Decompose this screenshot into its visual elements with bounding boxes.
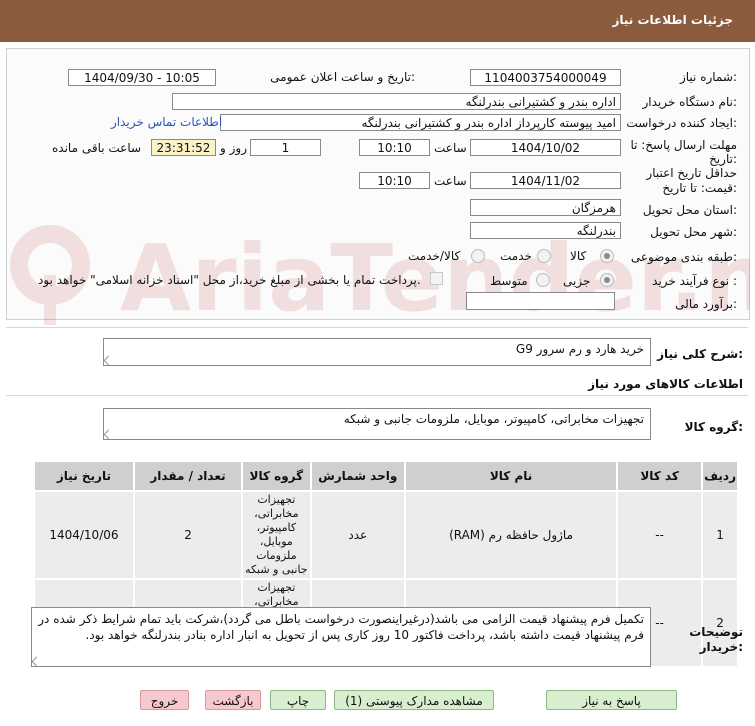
cell-qty: 2 xyxy=(132,490,244,580)
validity-time-field: 10:10 xyxy=(359,172,430,189)
view-attachments-button[interactable]: مشاهده مدارک پیوستی (1) xyxy=(334,690,494,710)
remaining-time-field: 23:31:52 xyxy=(151,139,216,156)
process-label: نوع فرآیند خرید : xyxy=(652,274,737,288)
process-radio-minor[interactable] xyxy=(600,273,614,287)
deadline-label-line2: تاریخ: xyxy=(709,152,737,166)
announce-label: تاریخ و ساعت اعلان عمومی: xyxy=(270,70,415,84)
days-field: 1 xyxy=(250,139,321,156)
buyer-label: نام دستگاه خریدار: xyxy=(642,95,738,109)
cell-name: ماژول حافظه رم (RAM) xyxy=(404,490,619,580)
col-name: نام کالا xyxy=(404,460,619,492)
city-label: شهر محل تحویل: xyxy=(650,225,737,239)
col-code: کد کالا xyxy=(616,460,704,492)
goods-group-label: گروه کالا: xyxy=(684,420,743,434)
col-index: ردیف xyxy=(701,460,739,492)
estimate-label: برآورد مالی: xyxy=(675,297,737,311)
creator-field: امید پیوسته کارپرداز اداره بندر و کشتیرا… xyxy=(220,114,621,131)
need-number-field: 1104003754000049 xyxy=(470,69,621,86)
summary-textarea[interactable]: خرید هارد و رم سرور G9 xyxy=(103,338,651,366)
validity-label-line2: قیمت: تا تاریخ: xyxy=(662,181,737,195)
notes-label-line2: خریدار: xyxy=(699,640,743,654)
validity-date-field: 1404/11/02 xyxy=(470,172,621,189)
treasury-checkbox[interactable] xyxy=(430,272,443,285)
goods-info-title: اطلاعات کالاهای مورد نیاز xyxy=(588,377,743,391)
table-row: 1 -- ماژول حافظه رم (RAM) عدد تجهیزات مخ… xyxy=(33,490,739,580)
cell-group: تجهیزات مخابراتی، کامپیوتر، موبایل، ملزو… xyxy=(241,490,312,580)
deadline-label-line1: مهلت ارسال پاسخ: تا xyxy=(630,138,737,152)
treasury-text: پرداخت تمام یا بخشی از مبلغ خرید،از محل … xyxy=(38,273,421,287)
process-radio-medium[interactable] xyxy=(536,273,550,287)
estimate-field xyxy=(466,292,615,310)
deadline-date-field: 1404/10/02 xyxy=(470,139,621,156)
category-radio-goods-service[interactable] xyxy=(471,249,485,263)
watermark-logo: AriaTender.neT xyxy=(10,225,750,332)
exit-button[interactable]: خروج xyxy=(140,690,189,710)
category-radio-goods[interactable] xyxy=(600,249,614,263)
col-group: گروه کالا xyxy=(241,460,312,492)
col-unit: واحد شمارش xyxy=(309,460,407,492)
summary-label: شرح کلی نیاز: xyxy=(657,347,743,361)
deadline-time-field: 10:10 xyxy=(359,139,430,156)
announce-field: 1404/09/30 - 10:05 xyxy=(68,69,216,86)
col-date: تاریخ نیاز xyxy=(33,460,135,492)
respond-button[interactable]: پاسخ به نیاز xyxy=(546,690,677,710)
province-label: استان محل تحویل: xyxy=(642,203,737,217)
cell-code: -- xyxy=(616,490,704,580)
remaining-label: ساعت باقی مانده xyxy=(52,141,142,155)
cell-unit: عدد xyxy=(309,490,407,580)
category-option-goods-service: کالا/خدمت xyxy=(408,249,461,263)
deadline-time-label: ساعت xyxy=(434,141,467,155)
process-option-minor: جزیی xyxy=(563,274,591,288)
col-qty: تعداد / مقدار xyxy=(132,460,244,492)
province-field: هرمزگان xyxy=(470,199,621,216)
table-header-row: ردیف کد کالا نام کالا واحد شمارش گروه کا… xyxy=(33,460,739,492)
creator-label: ایجاد کننده درخواست: xyxy=(626,116,737,130)
notes-textarea[interactable]: تکمیل فرم پیشنهاد قیمت الزامی می باشد(در… xyxy=(31,607,651,667)
goods-group-textarea[interactable]: تجهیزات مخابراتی، کامپیوتر، موبایل، ملزو… xyxy=(103,408,651,440)
process-option-medium: متوسط xyxy=(490,274,528,288)
page-header: جزئیات اطلاعات نیاز xyxy=(0,0,755,42)
city-field: بندرلنگه xyxy=(470,222,621,239)
need-number-label: شماره نیاز: xyxy=(679,70,737,84)
category-option-goods: کالا xyxy=(570,249,587,263)
category-option-service: خدمت xyxy=(500,249,532,263)
cell-date: 1404/10/06 xyxy=(33,490,135,580)
print-button[interactable]: چاپ xyxy=(270,690,326,710)
buyer-field: اداره بندر و کشتیرانی بندرلنگه xyxy=(172,93,621,110)
category-radio-service[interactable] xyxy=(537,249,551,263)
notes-label-line1: توضیحات xyxy=(689,625,743,639)
divider xyxy=(6,327,748,328)
divider xyxy=(6,395,748,396)
cell-index: 1 xyxy=(701,490,739,580)
validity-time-label: ساعت xyxy=(434,174,467,188)
validity-label-line1: حداقل تاریخ اعتبار xyxy=(646,166,737,180)
back-button[interactable]: بازگشت xyxy=(205,690,261,710)
category-label: طبقه بندی موضوعی: xyxy=(630,250,737,264)
page-title: جزئیات اطلاعات نیاز xyxy=(612,13,733,27)
days-label: روز و xyxy=(220,141,247,155)
contact-buyer-link[interactable]: اطلاعات تماس خریدار xyxy=(111,115,222,129)
